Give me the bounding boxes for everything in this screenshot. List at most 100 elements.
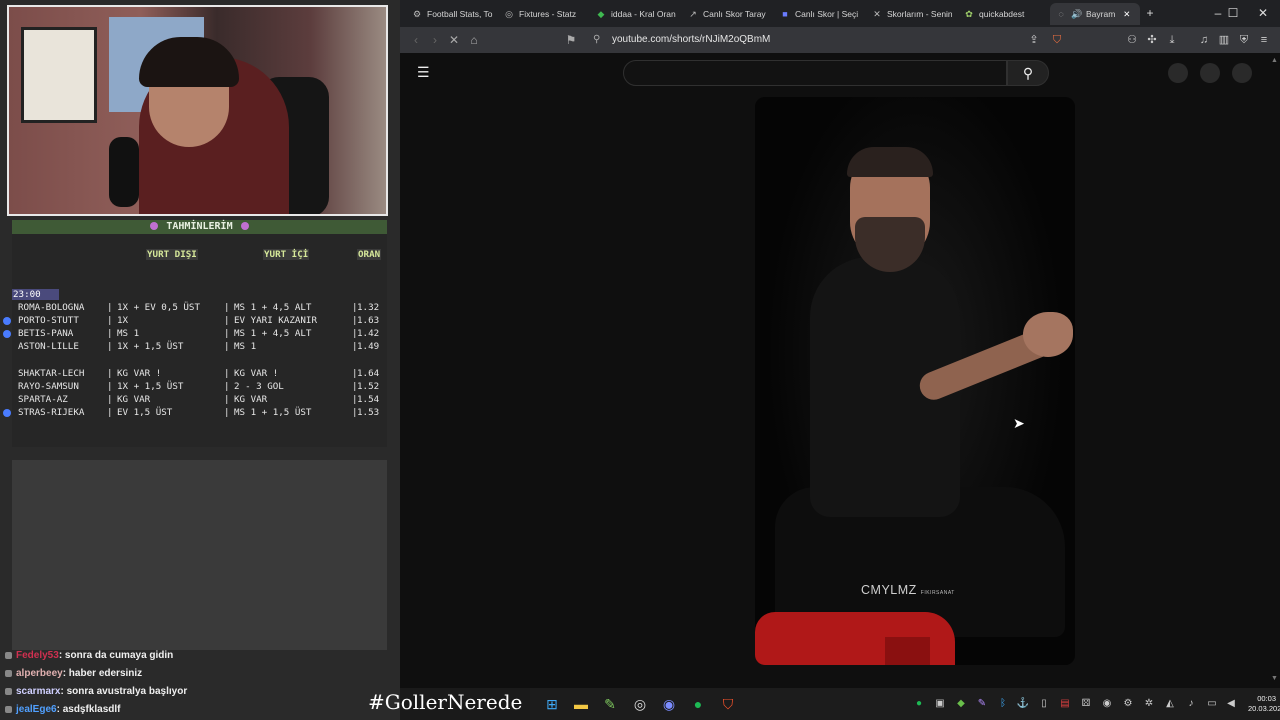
avatar[interactable] — [1232, 63, 1252, 83]
predictions-title: TAHMİNLERİM — [12, 220, 387, 234]
brave-shield-icon[interactable]: ⛉ — [1049, 31, 1065, 49]
tray-gear-icon[interactable]: ✲ — [1142, 697, 1156, 711]
tip-abroad: 1X + 1,5 ÜST — [117, 381, 184, 392]
pipe: | — [224, 394, 230, 405]
tray-nvidia-icon[interactable]: ◆ — [954, 697, 968, 711]
tray-pen-icon[interactable]: ✎ — [975, 697, 989, 711]
tip-abroad: KG VAR ! — [117, 368, 162, 379]
pipe: | — [107, 341, 113, 352]
start-icon[interactable]: ⊞ — [542, 694, 562, 714]
tab-label: Skorlarım - Senin — [887, 9, 952, 19]
home-button[interactable]: ⌂ — [465, 31, 483, 49]
hamburger-menu-icon[interactable]: ☰ — [417, 65, 431, 79]
tab-canli-skor-2[interactable]: ■ Canlı Skor | Seçi — [780, 3, 860, 25]
file-explorer-icon[interactable]: ▬ — [571, 694, 591, 714]
tab-quickabdest[interactable]: ✿ quickabdest — [964, 3, 1044, 25]
back-button[interactable]: ‹ — [407, 31, 425, 49]
shorts-video-player[interactable]: CMYLMZ FIKIRSANAT — [755, 97, 1075, 665]
stop-button[interactable]: ✕ — [445, 31, 463, 49]
spotify-icon[interactable]: ● — [688, 694, 708, 714]
menu-icon[interactable]: ≡ — [1256, 31, 1272, 49]
tip-abroad: 1X — [117, 315, 129, 326]
close-tab-icon[interactable]: ✕ — [1123, 9, 1130, 19]
discord-icon[interactable]: ◉ — [659, 694, 679, 714]
loading-icon: ◌ — [1058, 9, 1064, 19]
notifications-button[interactable] — [1200, 63, 1220, 83]
tip-abroad: 1X + 1,5 ÜST — [117, 341, 184, 352]
match-row: STRAS-RIJEKA | EV 1,5 ÜST | MS 1 + 1,5 ÜST… — [3, 407, 387, 419]
tray-usb-icon[interactable]: ⚓ — [1016, 697, 1030, 711]
pipe: | — [107, 315, 113, 326]
chat-user: alperbeey — [16, 668, 63, 679]
tray-battery-icon[interactable]: ▯ — [1037, 697, 1051, 711]
tip-abroad: EV 1,5 ÜST — [117, 407, 173, 418]
sidebar-icon[interactable]: ▥ — [1216, 31, 1232, 49]
watermark-text: CMYLMZ — [861, 583, 917, 597]
match-teams: SPARTA-AZ — [18, 394, 68, 405]
speaker-icon: 🔊 — [1071, 9, 1083, 19]
pipe: | — [224, 407, 230, 418]
volume-icon[interactable]: ◀ — [1224, 697, 1238, 711]
maximize-button[interactable]: ☐ — [1218, 3, 1248, 23]
extension-icon[interactable]: ⚇ — [1124, 31, 1140, 49]
tray-app-icon[interactable]: ▣ — [933, 697, 947, 711]
tip-domestic: MS 1 + 1,5 ÜST — [234, 407, 312, 418]
site-info-icon[interactable]: ⚲ — [593, 30, 600, 50]
brave-icon[interactable]: ⛉ — [718, 694, 738, 714]
obs-icon[interactable]: ◎ — [630, 694, 650, 714]
chat-message: jealEge6: asdşfklasdlf — [0, 702, 380, 718]
forward-button[interactable]: › — [426, 31, 444, 49]
tab-skorlarim[interactable]: ✕ Skorlarım - Senin — [872, 3, 952, 25]
bluetooth-icon[interactable]: ᛒ — [996, 697, 1010, 711]
network-icon[interactable]: ◭ — [1163, 697, 1177, 711]
statz-icon: ◎ — [505, 9, 513, 19]
chat-badge-icon — [5, 687, 12, 695]
pipe: | — [107, 368, 113, 379]
pipe: | — [107, 381, 113, 392]
ball-icon — [240, 222, 249, 230]
match-row: ROMA-BOLOGNA | 1X + EV 0,5 ÜST | MS 1 + 4,… — [12, 302, 387, 314]
chat-badge-icon — [5, 651, 12, 659]
odds: 1.63 — [357, 315, 380, 326]
tab-football-stats[interactable]: ⚙ Football Stats, To — [412, 3, 494, 25]
tray-spotify-icon[interactable]: ● — [912, 697, 926, 711]
chat-text: : sonra da cumaya gidin — [58, 650, 174, 661]
puzzle-icon[interactable]: ✣ — [1144, 31, 1160, 49]
download-icon[interactable]: ⤓ — [1164, 31, 1180, 49]
tab-iddaa[interactable]: ◆ iddaa - Kral Oran — [596, 3, 676, 25]
tip-domestic: KG VAR ! — [234, 368, 279, 379]
new-tab-button[interactable]: + — [1135, 3, 1165, 23]
media-icon[interactable]: ♫ — [1196, 31, 1212, 49]
search-button[interactable]: ⚲ — [1007, 60, 1049, 86]
video-watermark: CMYLMZ FIKIRSANAT — [861, 583, 955, 597]
microphone-icon[interactable]: ♪ — [1184, 697, 1198, 711]
scroll-up-icon[interactable]: ▲ — [1271, 57, 1278, 64]
vpn-icon[interactable]: ⛨ — [1236, 31, 1252, 49]
scroll-down-icon[interactable]: ▼ — [1271, 675, 1278, 682]
monitor-icon[interactable]: ▭ — [1205, 697, 1219, 711]
close-window-button[interactable]: ✕ — [1248, 3, 1278, 23]
pipe: | — [107, 302, 113, 313]
tray-gamepad-icon[interactable]: ⚄ — [1079, 697, 1093, 711]
address-bar[interactable]: ⚲ youtube.com/shorts/rNJiM2oQBmM — [587, 30, 1092, 50]
share-icon[interactable]: ⇪ — [1026, 31, 1042, 49]
chat-badge-icon — [5, 669, 12, 677]
create-button[interactable] — [1168, 63, 1188, 83]
tab-bayram[interactable]: ◌ 🔊 Bayram ✕ — [1050, 3, 1140, 25]
tray-settings-icon[interactable]: ⚙ — [1121, 697, 1135, 711]
tab-canli-skor[interactable]: ↗ Canlı Skor Taray — [688, 3, 768, 25]
bookmark-icon[interactable]: ⚑ — [562, 31, 580, 49]
tab-label: Bayram — [1086, 9, 1116, 19]
chat-area — [12, 460, 387, 650]
tip-domestic: MS 1 + 4,5 ALT — [234, 328, 312, 339]
search-input[interactable] — [623, 60, 1007, 86]
tray-record-icon[interactable]: ▤ — [1058, 697, 1072, 711]
notepad-icon[interactable]: ✎ — [600, 694, 620, 714]
chat-user: scarmarx — [16, 686, 61, 697]
tip-abroad: MS 1 — [117, 328, 140, 339]
tab-fixtures[interactable]: ◎ Fixtures - Statz — [504, 3, 584, 25]
tray-discord-icon[interactable]: ◉ — [1100, 697, 1114, 711]
scrollbar[interactable]: ▲ ▼ — [1268, 53, 1280, 688]
system-clock[interactable]: 00:03 20.03.2026 — [1248, 694, 1280, 714]
match-teams: PORTO-STUTT — [18, 315, 79, 326]
